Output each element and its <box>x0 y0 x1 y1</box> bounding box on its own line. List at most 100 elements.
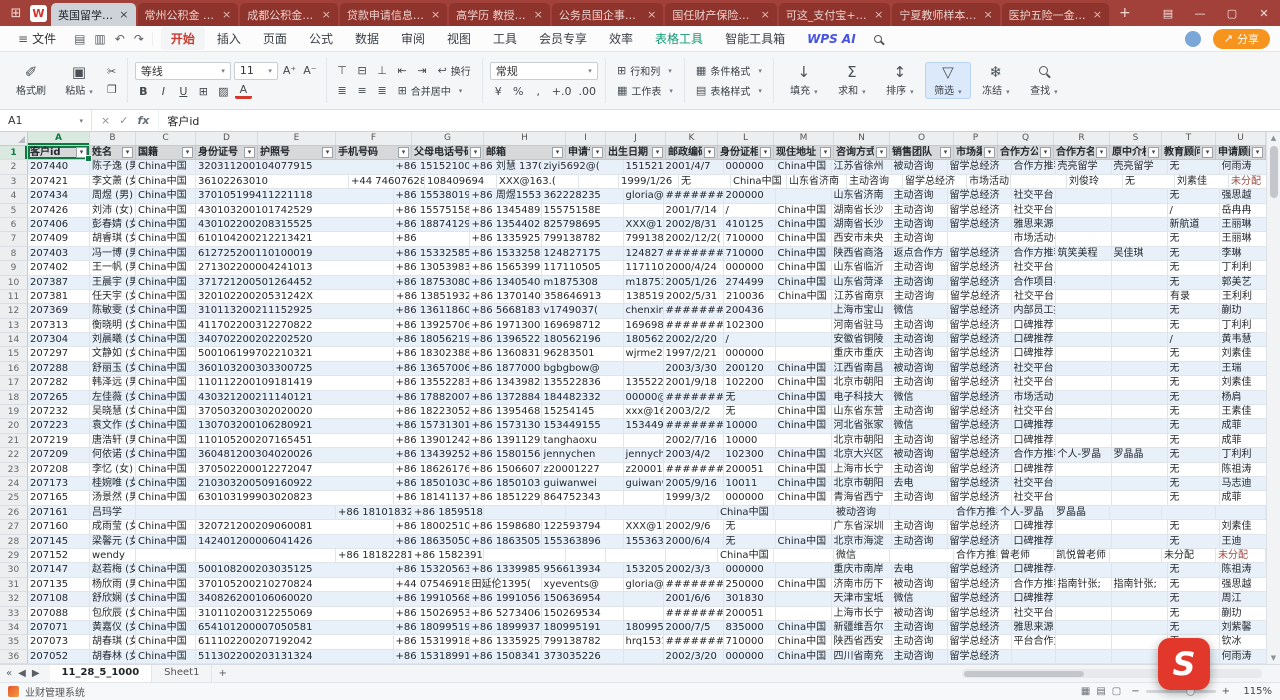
cell[interactable]: China中国 <box>136 592 196 606</box>
first-sheet-icon[interactable]: « <box>6 668 12 679</box>
cell[interactable] <box>1112 535 1168 549</box>
cell[interactable] <box>624 362 664 376</box>
cell[interactable]: +86 1360831276 <box>470 347 542 361</box>
cell[interactable]: 无 <box>1168 621 1220 635</box>
cell[interactable] <box>1112 362 1168 376</box>
cell[interactable]: 124827175 <box>542 247 624 261</box>
cell[interactable]: 207232 <box>28 405 90 419</box>
cell[interactable]: m1875308 <box>624 276 664 290</box>
row-header-33[interactable]: 33 <box>0 607 28 621</box>
sheet-tab-11_28_5_1000[interactable]: 11_28_5_1000 <box>50 665 153 683</box>
cell[interactable]: 微信 <box>892 304 948 318</box>
share-button[interactable]: ↗ 分享 <box>1213 29 1270 49</box>
cell[interactable]: 320311200104077915 <box>196 160 316 174</box>
cell[interactable]: 未分配 <box>1162 549 1216 563</box>
row-header-26[interactable]: 26 <box>0 506 28 520</box>
cell[interactable] <box>1112 319 1168 333</box>
cell[interactable]: 864752343 <box>542 491 624 505</box>
cell[interactable]: 610104200212213421 <box>196 232 316 246</box>
cell[interactable]: +86 1335925706 <box>470 635 542 649</box>
menu-tab-公式[interactable]: 公式 <box>299 27 343 50</box>
cell[interactable] <box>1112 333 1168 347</box>
cell[interactable] <box>316 247 394 261</box>
cell[interactable]: +86 13901242 <box>394 434 470 448</box>
cell[interactable]: 207209 <box>28 448 90 462</box>
cell[interactable]: 373035226 <box>542 650 624 664</box>
cell[interactable] <box>316 448 394 462</box>
cell[interactable]: China中国 <box>136 578 196 592</box>
cell[interactable]: 180562196 <box>542 333 624 347</box>
column-header-A[interactable]: A <box>28 132 90 145</box>
cell[interactable]: 被动咨询 <box>892 607 948 621</box>
cell[interactable]: 何雨涛 <box>1220 160 1266 174</box>
cell[interactable]: +86 1991056880 <box>470 592 542 606</box>
cell[interactable]: 2002/2/20 <box>664 333 724 347</box>
cell[interactable]: 凯悦曾老师 <box>1054 549 1110 563</box>
cell[interactable]: China中国 <box>776 463 832 477</box>
cell[interactable]: +86 1582391866: <box>412 549 484 563</box>
cell[interactable]: 周江 <box>1220 592 1266 606</box>
cell[interactable]: 835000 <box>724 621 776 635</box>
cell[interactable]: 207108 <box>28 592 90 606</box>
cell[interactable]: China中国 <box>136 391 196 405</box>
cell[interactable] <box>258 506 336 520</box>
cell[interactable]: 无 <box>1168 491 1220 505</box>
cell[interactable]: 207387 <box>28 276 90 290</box>
column-header-L[interactable]: L <box>718 132 774 145</box>
file-tab[interactable]: 高学历 教授.xlsx× <box>449 3 550 26</box>
cell[interactable]: China中国 <box>136 218 196 232</box>
cell[interactable]: +86 1971300890 <box>470 319 542 333</box>
cell[interactable]: China中国 <box>136 477 196 491</box>
column-header-T[interactable]: T <box>1162 132 1216 145</box>
cell[interactable]: 山东省济南 <box>787 175 847 189</box>
cell[interactable] <box>316 463 394 477</box>
tab-close-icon[interactable]: × <box>222 8 231 21</box>
row-header-34[interactable]: 34 <box>0 621 28 635</box>
cell[interactable]: China中国 <box>136 434 196 448</box>
cell[interactable]: 留学总经济 <box>948 391 1012 405</box>
row-header-8[interactable]: 8 <box>0 247 28 261</box>
cell[interactable]: +86 18635050 <box>394 535 470 549</box>
cell[interactable]: ######## <box>664 247 724 261</box>
cell[interactable]: 无 <box>1168 463 1220 477</box>
column-header-H[interactable]: H <box>484 132 566 145</box>
cell[interactable] <box>316 376 394 390</box>
header-cell[interactable]: 原中介机▾ <box>1110 146 1162 160</box>
cell[interactable]: 王晨宇 (男 <box>90 276 136 290</box>
row-header-2[interactable]: 2 <box>0 160 28 174</box>
bold-button[interactable]: B <box>135 83 152 100</box>
cell[interactable]: 合作方推荐 <box>1012 448 1056 462</box>
cell[interactable]: 留学总经济 <box>948 333 1012 347</box>
cell[interactable]: +44 07546918 <box>394 578 470 592</box>
cell[interactable] <box>1112 391 1168 405</box>
merge-center-button[interactable]: ⊞ 合并居中 <box>394 82 467 99</box>
cell[interactable]: 主动咨询 <box>892 635 948 649</box>
cell[interactable] <box>1112 376 1168 390</box>
cell[interactable]: 被动咨询 <box>892 160 948 174</box>
cell[interactable]: 10000 <box>724 434 776 448</box>
cell[interactable]: 207160 <box>28 520 90 534</box>
cell[interactable]: 271302200004241013 <box>196 261 316 275</box>
column-header-E[interactable]: E <box>258 132 336 145</box>
cell[interactable]: 612725200110100019 <box>196 247 316 261</box>
cell[interactable]: China中国 <box>136 362 196 376</box>
cell[interactable]: 150269534 <box>542 607 624 621</box>
cell[interactable]: China中国 <box>136 405 196 419</box>
cell[interactable]: 210036 <box>724 290 776 304</box>
cell[interactable] <box>566 549 606 563</box>
cell[interactable]: China中国 <box>136 607 196 621</box>
cell[interactable] <box>1056 434 1112 448</box>
cell[interactable]: +86 1877000215 <box>470 362 542 376</box>
cell[interactable]: +86 1396522100 <box>470 333 542 347</box>
font-size-select[interactable]: 11 <box>234 62 278 80</box>
minimize-button[interactable]: — <box>1184 0 1216 26</box>
cell[interactable]: 710000 <box>724 635 776 649</box>
cell[interactable]: 主动咨询 <box>892 535 948 549</box>
cell[interactable]: 2002/3/3 <box>664 563 724 577</box>
cell[interactable]: 壳亮留学 <box>1056 160 1112 174</box>
cell[interactable]: China中国 <box>776 276 832 290</box>
column-header-N[interactable]: N <box>834 132 890 145</box>
cell[interactable]: China中国 <box>136 419 196 433</box>
cell[interactable]: +86 1899937166 <box>470 621 542 635</box>
cell[interactable]: 10011 <box>724 477 776 491</box>
